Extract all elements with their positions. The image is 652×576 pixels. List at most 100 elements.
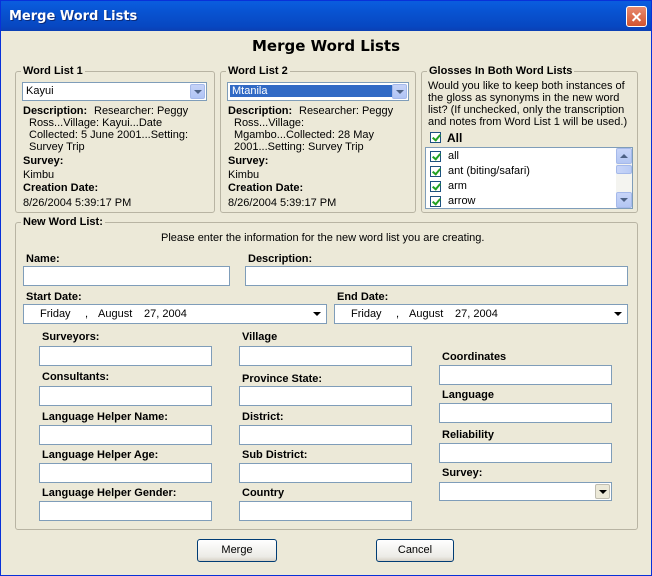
- description-line: Collected: 5 June 2001...Setting:: [29, 129, 188, 141]
- end-month: August: [409, 308, 444, 320]
- description-line: Researcher: Peggy: [94, 105, 189, 117]
- survey-value: Kimbu: [23, 169, 55, 181]
- name-input[interactable]: [23, 266, 230, 286]
- province-state-input[interactable]: [239, 386, 412, 406]
- start-month: August: [98, 308, 133, 320]
- glosses-list[interactable]: all ant (biting/safari) arm arrow: [425, 147, 633, 209]
- start-date-label: Start Date:: [26, 291, 82, 303]
- gloss-label: all: [448, 150, 460, 162]
- description-input[interactable]: [245, 266, 628, 286]
- reliability-input[interactable]: [439, 443, 612, 463]
- scroll-thumb[interactable]: [616, 165, 632, 174]
- glosses-legend: Glosses In Both Word Lists: [427, 65, 575, 77]
- consultants-input[interactable]: [39, 386, 212, 406]
- village-input[interactable]: [239, 346, 412, 366]
- gloss-checkbox[interactable]: [430, 151, 441, 162]
- scroll-down-icon[interactable]: [616, 192, 632, 208]
- chevron-down-icon[interactable]: [190, 84, 205, 99]
- word-list-2-select[interactable]: Mtanila: [227, 82, 409, 101]
- country-input[interactable]: [239, 501, 412, 521]
- language-input[interactable]: [439, 403, 612, 423]
- end-date-picker[interactable]: Friday , August 27, 2004: [334, 304, 628, 324]
- language-helper-gender-label: Language Helper Gender:: [42, 487, 177, 499]
- language-helper-age-input[interactable]: [39, 463, 212, 483]
- chevron-down-icon[interactable]: [595, 484, 610, 499]
- glosses-question-line: Would you like to keep both instances of: [428, 80, 625, 92]
- close-icon[interactable]: [626, 6, 647, 27]
- district-input[interactable]: [239, 425, 412, 445]
- coordinates-input[interactable]: [439, 365, 612, 385]
- date-separator: ,: [85, 308, 89, 320]
- description-label: Description:: [228, 105, 293, 117]
- dialog-heading: Merge Word Lists: [251, 37, 401, 55]
- chevron-down-icon[interactable]: [310, 307, 324, 321]
- coordinates-label: Coordinates: [442, 351, 507, 363]
- gloss-checkbox[interactable]: [430, 181, 441, 192]
- window-title: Merge Word Lists: [9, 9, 138, 24]
- surveyors-input[interactable]: [39, 346, 212, 366]
- start-date-picker[interactable]: Friday , August 27, 2004: [23, 304, 327, 324]
- end-date-label: End Date:: [337, 291, 389, 303]
- sub-district-input[interactable]: [239, 463, 412, 483]
- language-label: Language: [442, 389, 494, 401]
- description-line: 2001...Setting: Survey Trip: [234, 141, 364, 153]
- name-label: Name:: [26, 253, 60, 265]
- survey-select[interactable]: [439, 482, 612, 501]
- survey-label: Survey:: [442, 467, 483, 479]
- all-checkbox[interactable]: [430, 132, 441, 143]
- description-line: Mgambo...Collected: 28 May: [234, 129, 375, 141]
- new-word-list-group: New Word List: Please enter the informat…: [15, 216, 638, 530]
- survey-value: Kimbu: [228, 169, 260, 181]
- chevron-down-icon[interactable]: [392, 84, 407, 99]
- glosses-scrollbar[interactable]: [616, 148, 632, 208]
- merge-word-lists-window: Merge Word Lists Merge Word Lists Word L…: [0, 0, 652, 576]
- district-label: District:: [242, 411, 284, 423]
- gloss-checkbox[interactable]: [430, 166, 441, 177]
- new-word-list-legend: New Word List:: [21, 216, 105, 228]
- word-list-1-select[interactable]: Kayui: [22, 82, 207, 101]
- gloss-checkbox[interactable]: [430, 196, 441, 207]
- description-label: Description:: [23, 105, 88, 117]
- language-helper-name-label: Language Helper Name:: [42, 411, 168, 423]
- scroll-up-icon[interactable]: [616, 148, 632, 164]
- all-label: All: [447, 131, 463, 145]
- word-list-1-group: Word List 1 Kayui Description: Researche…: [15, 65, 215, 213]
- survey-label: Survey:: [228, 155, 269, 167]
- description-line: Survey Trip: [29, 141, 85, 153]
- word-list-2-selected: Mtanila: [230, 85, 392, 97]
- word-list-2-legend: Word List 2: [226, 65, 290, 77]
- language-helper-age-label: Language Helper Age:: [42, 449, 159, 461]
- merge-button[interactable]: Merge: [197, 539, 277, 562]
- chevron-down-icon[interactable]: [611, 307, 625, 321]
- description-line: Ross...Village:: [234, 117, 305, 129]
- survey-label: Survey:: [23, 155, 64, 167]
- glosses-group: Glosses In Both Word Lists Would you lik…: [421, 65, 638, 213]
- surveyors-label: Surveyors:: [42, 331, 100, 343]
- glosses-question-line: list? (If unchecked, only the transcript…: [428, 104, 625, 116]
- sub-district-label: Sub District:: [242, 449, 308, 461]
- word-list-2-group: Word List 2 Mtanila Description: Researc…: [220, 65, 416, 213]
- word-list-1-legend: Word List 1: [21, 65, 85, 77]
- language-helper-gender-input[interactable]: [39, 501, 212, 521]
- reliability-label: Reliability: [442, 429, 494, 441]
- cancel-button[interactable]: Cancel: [376, 539, 454, 562]
- creation-date-label: Creation Date:: [228, 182, 304, 194]
- title-bar: Merge Word Lists: [1, 1, 651, 31]
- creation-date-value: 8/26/2004 5:39:17 PM: [228, 197, 337, 209]
- start-date: 27, 2004: [144, 308, 187, 320]
- language-helper-name-input[interactable]: [39, 425, 212, 445]
- country-label: Country: [242, 487, 285, 499]
- consultants-label: Consultants:: [42, 371, 110, 383]
- gloss-label: arm: [448, 180, 467, 192]
- province-state-label: Province State:: [242, 373, 323, 385]
- creation-date-label: Creation Date:: [23, 182, 99, 194]
- description-label: Description:: [248, 253, 313, 265]
- instruction-text: Please enter the information for the new…: [161, 232, 485, 244]
- description-line: Researcher: Peggy: [299, 105, 394, 117]
- glosses-question-line: the gloss as synonyms in the new word: [428, 92, 620, 104]
- creation-date-value: 8/26/2004 5:39:17 PM: [23, 197, 132, 209]
- start-day: Friday: [40, 308, 71, 320]
- end-day: Friday: [351, 308, 382, 320]
- end-date: 27, 2004: [455, 308, 498, 320]
- description-line: Ross...Village: Kayui...Date: [29, 117, 163, 129]
